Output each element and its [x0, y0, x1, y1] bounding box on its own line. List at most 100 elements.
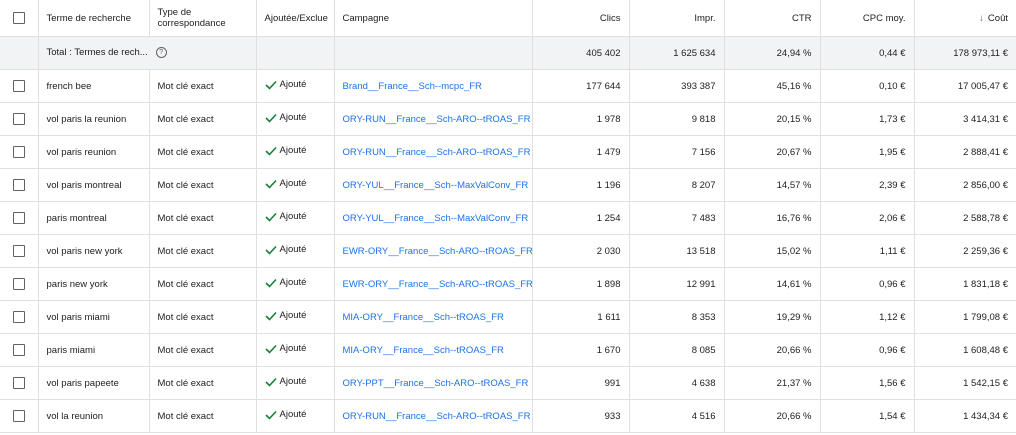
cost-value: 2 888,41 €	[914, 135, 1016, 169]
row-checkbox[interactable]	[12, 377, 25, 389]
added-status-cell: Ajouté	[256, 333, 335, 367]
campaign-link[interactable]: ORY-RUN__France__Sch-ARO--tROAS_FR	[343, 411, 531, 422]
row-checkbox[interactable]	[12, 311, 25, 323]
cost-value: 1 831,18 €	[914, 267, 1016, 301]
row-checkbox[interactable]	[12, 179, 25, 191]
column-header-clicks[interactable]: Clics	[532, 0, 630, 37]
row-checkbox-cell	[0, 135, 39, 169]
search-term: paris montreal	[38, 201, 150, 235]
total-empty-cell	[256, 36, 335, 70]
campaign-link[interactable]: EWR-ORY__France__Sch-ARO--tROAS_FR	[343, 279, 532, 290]
row-checkbox-cell	[0, 366, 39, 400]
search-term: vol paris reunion	[38, 135, 150, 169]
campaign-link[interactable]: EWR-ORY__France__Sch-ARO--tROAS_FR	[343, 246, 532, 257]
column-header-impressions[interactable]: Impr.	[629, 0, 725, 37]
match-type: Mot clé exact	[149, 399, 257, 433]
total-cost: 178 973,11 €	[914, 36, 1016, 70]
search-term: vol paris la reunion	[38, 102, 150, 136]
added-status-cell: Ajouté	[256, 300, 335, 334]
row-checkbox[interactable]	[12, 146, 25, 158]
ctr-value: 16,76 %	[724, 201, 821, 235]
clicks-value: 991	[532, 366, 630, 400]
campaign-link[interactable]: ORY-PPT__France__Sch-ARO--tROAS_FR	[343, 378, 529, 389]
match-type: Mot clé exact	[149, 300, 257, 334]
added-status-cell: Ajouté	[256, 267, 335, 301]
cost-value: 3 414,31 €	[914, 102, 1016, 136]
search-term: french bee	[38, 69, 150, 103]
column-header-added-excluded[interactable]: Ajoutée/Exclue	[256, 0, 335, 37]
table-row: vol paris new york Mot clé exact Ajouté …	[0, 234, 1016, 268]
added-status-cell: Ajouté	[256, 366, 335, 400]
checkmark-icon	[264, 212, 277, 222]
avg-cpc-value: 2,06 €	[820, 201, 915, 235]
impressions-value: 8 085	[629, 333, 725, 367]
row-checkbox[interactable]	[12, 344, 25, 356]
checkmark-icon	[264, 278, 277, 288]
impressions-value: 13 518	[629, 234, 725, 268]
row-checkbox[interactable]	[12, 80, 25, 92]
impressions-value: 393 387	[629, 69, 725, 103]
campaign-cell: ORY-RUN__France__Sch-ARO--tROAS_FR	[334, 135, 533, 169]
ctr-value: 21,37 %	[724, 366, 821, 400]
cost-value: 2 259,36 €	[914, 234, 1016, 268]
campaign-cell: ORY-PPT__France__Sch-ARO--tROAS_FR	[334, 366, 533, 400]
search-terms-table: Terme de recherche Type de correspondanc…	[0, 0, 1016, 433]
cost-value: 2 588,78 €	[914, 201, 1016, 235]
campaign-cell: MIA-ORY__France__Sch--tROAS_FR	[334, 333, 533, 367]
table-header-row: Terme de recherche Type de correspondanc…	[0, 0, 1016, 37]
clicks-value: 177 644	[532, 69, 630, 103]
added-status-cell: Ajouté	[256, 201, 335, 235]
total-label: Total : Termes de rech...	[46, 47, 148, 59]
avg-cpc-value: 1,56 €	[820, 366, 915, 400]
campaign-link[interactable]: ORY-YUL__France__Sch--MaxValConv_FR	[343, 213, 529, 224]
added-status-cell: Ajouté	[256, 234, 335, 268]
campaign-link[interactable]: MIA-ORY__France__Sch--tROAS_FR	[343, 312, 504, 323]
total-ctr: 24,94 %	[724, 36, 821, 70]
added-status: Ajouté	[279, 310, 307, 322]
column-header-cost[interactable]: ↓ Coût	[914, 0, 1016, 37]
row-checkbox-cell	[0, 201, 39, 235]
ctr-value: 15,02 %	[724, 234, 821, 268]
campaign-cell: EWR-ORY__France__Sch-ARO--tROAS_FR	[334, 267, 533, 301]
campaign-link[interactable]: ORY-RUN__France__Sch-ARO--tROAS_FR	[343, 147, 531, 158]
search-term: vol paris new york	[38, 234, 150, 268]
row-checkbox-cell	[0, 69, 39, 103]
select-all-checkbox[interactable]	[12, 12, 25, 24]
column-header-avg-cpc[interactable]: CPC moy.	[820, 0, 915, 37]
column-header-match-type[interactable]: Type de correspondance	[149, 0, 257, 37]
ctr-value: 45,16 %	[724, 69, 821, 103]
row-checkbox-cell	[0, 168, 39, 202]
avg-cpc-value: 0,96 €	[820, 333, 915, 367]
ctr-value: 20,66 %	[724, 333, 821, 367]
help-icon[interactable]: ?	[155, 47, 167, 59]
cost-value: 1 608,48 €	[914, 333, 1016, 367]
total-row: Total : Termes de rech...? 405 402 1 625…	[0, 36, 1016, 70]
clicks-value: 1 254	[532, 201, 630, 235]
cost-value: 2 856,00 €	[914, 168, 1016, 202]
avg-cpc-value: 0,96 €	[820, 267, 915, 301]
total-clicks: 405 402	[532, 36, 630, 70]
campaign-link[interactable]: Brand__France__Sch--mcpc_FR	[343, 81, 482, 92]
ctr-value: 14,61 %	[724, 267, 821, 301]
column-header-term[interactable]: Terme de recherche	[38, 0, 150, 37]
match-type: Mot clé exact	[149, 135, 257, 169]
campaign-link[interactable]: ORY-RUN__France__Sch-ARO--tROAS_FR	[343, 114, 531, 125]
row-checkbox[interactable]	[12, 245, 25, 257]
row-checkbox[interactable]	[12, 212, 25, 224]
table-row: vol paris la reunion Mot clé exact Ajout…	[0, 102, 1016, 136]
search-term: paris miami	[38, 333, 150, 367]
added-status-cell: Ajouté	[256, 69, 335, 103]
campaign-link[interactable]: ORY-YUL__France__Sch--MaxValConv_FR	[343, 180, 529, 191]
clicks-value: 1 898	[532, 267, 630, 301]
row-checkbox[interactable]	[12, 278, 25, 290]
added-status: Ajouté	[279, 409, 307, 421]
ctr-value: 20,15 %	[724, 102, 821, 136]
row-checkbox[interactable]	[12, 410, 25, 422]
impressions-value: 8 207	[629, 168, 725, 202]
column-header-campaign[interactable]: Campagne	[334, 0, 533, 37]
column-header-ctr[interactable]: CTR	[724, 0, 821, 37]
row-checkbox[interactable]	[12, 113, 25, 125]
campaign-link[interactable]: MIA-ORY__France__Sch--tROAS_FR	[343, 345, 504, 356]
impressions-value: 4 638	[629, 366, 725, 400]
added-status-cell: Ajouté	[256, 399, 335, 433]
